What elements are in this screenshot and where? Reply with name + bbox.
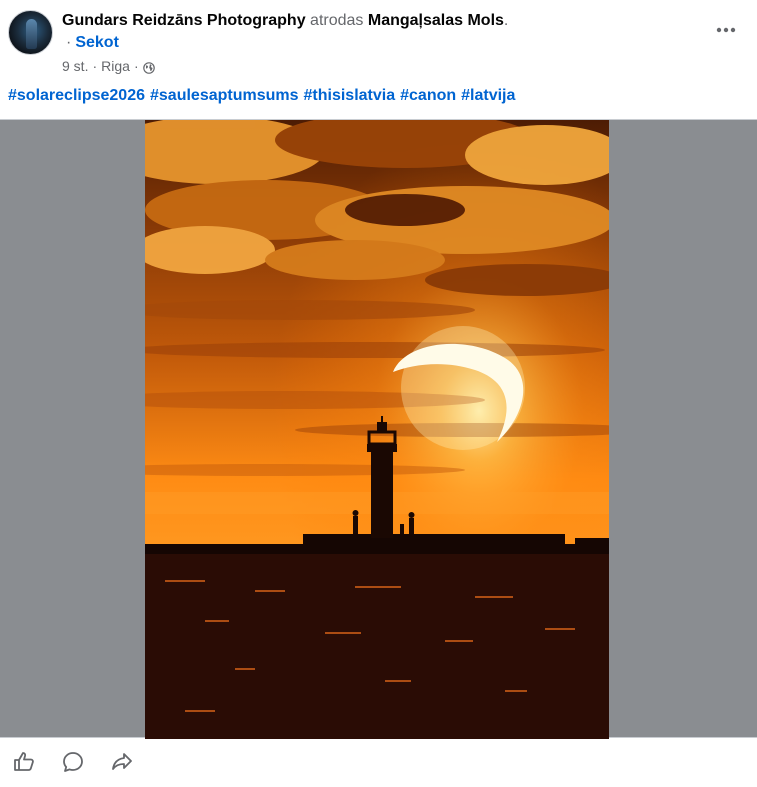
hashtag-link[interactable]: #thisislatvia <box>304 87 396 104</box>
post-meta: 9 st. · Riga · <box>62 57 155 75</box>
hashtag-link[interactable]: #canon <box>400 87 456 104</box>
follow-line: · Sekot <box>66 33 119 53</box>
more-options-button[interactable] <box>712 16 740 44</box>
at-word: atrodas <box>310 12 364 29</box>
location-link[interactable]: Mangaļsalas Mols <box>368 12 504 29</box>
post-actions <box>0 738 757 787</box>
avatar[interactable] <box>8 10 53 55</box>
post-time[interactable]: 9 st. <box>62 57 88 75</box>
post-header-line: Gundars Reidzāns Photography atrodas Man… <box>62 11 508 31</box>
like-button[interactable] <box>10 748 38 776</box>
eclipse-photo[interactable] <box>145 120 609 739</box>
avatar-figure <box>26 19 37 49</box>
city-separator: · <box>133 58 139 74</box>
more-options-icon <box>716 27 736 33</box>
time-separator: · <box>92 58 98 74</box>
location-suffix: . <box>503 12 509 29</box>
globe-icon[interactable] <box>142 60 155 74</box>
like-icon <box>14 752 34 771</box>
author-name[interactable]: Gundars Reidzāns Photography <box>62 12 306 29</box>
share-button[interactable] <box>108 748 136 776</box>
post-media[interactable] <box>0 119 757 739</box>
follow-separator: · <box>66 34 72 51</box>
post-card: Gundars Reidzāns Photography atrodas Man… <box>0 0 757 787</box>
hashtag-link[interactable]: #solareclipse2026 <box>8 87 145 104</box>
post-city[interactable]: Riga <box>101 57 130 75</box>
share-icon <box>112 753 132 770</box>
hashtag-link[interactable]: #saulesaptumsums <box>150 87 299 104</box>
post-caption: #solareclipse2026 #saulesaptumsums #thisis… <box>8 86 520 106</box>
hashtag-link[interactable]: #latvija <box>461 87 515 104</box>
comment-icon <box>63 752 83 772</box>
eclipse-photo-image <box>145 120 609 739</box>
follow-button[interactable]: Sekot <box>75 34 119 51</box>
comment-button[interactable] <box>59 748 87 776</box>
